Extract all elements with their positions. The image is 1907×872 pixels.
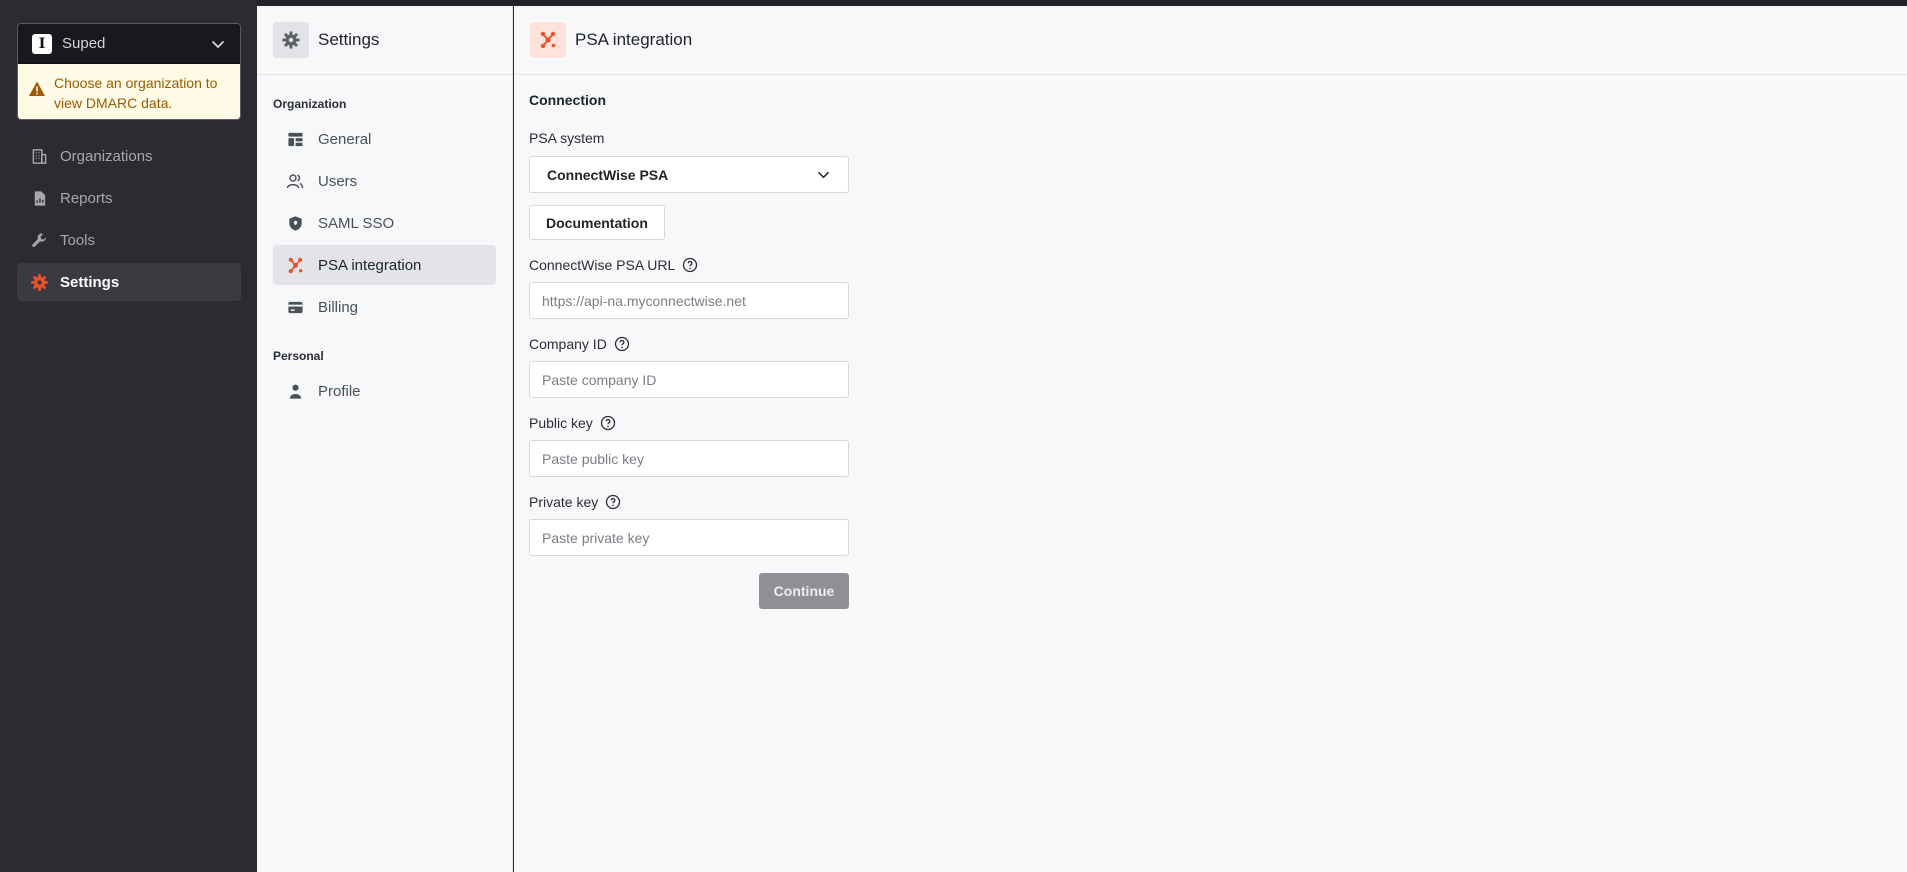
field-label: Company ID — [529, 335, 849, 353]
field-label: Private key — [529, 493, 849, 511]
main-content: PSA integration Connection PSA system Co… — [514, 6, 1907, 872]
form-actions: Continue — [529, 573, 849, 609]
report-icon — [30, 189, 48, 207]
field-company-id: Company ID — [529, 335, 849, 398]
users-icon — [286, 172, 304, 190]
psa-icon — [286, 256, 304, 274]
settings-item-psa-integration[interactable]: PSA integration — [273, 245, 496, 285]
settings-title: Settings — [318, 30, 380, 49]
psa-system-select[interactable]: ConnectWise PSA — [529, 156, 849, 193]
shield-icon — [286, 214, 304, 232]
person-icon — [286, 382, 304, 400]
section-title: Connection — [529, 92, 606, 108]
documentation-button[interactable]: Documentation — [529, 205, 665, 240]
group-label-organization: Organization — [273, 97, 347, 111]
nav-item-label: Organizations — [60, 147, 153, 165]
psa-system-value: ConnectWise PSA — [547, 166, 669, 183]
nav-item-tools[interactable]: Tools — [17, 221, 241, 259]
field-label: ConnectWise PSA URL — [529, 256, 849, 274]
continue-button[interactable]: Continue — [759, 573, 849, 609]
help-icon[interactable] — [614, 336, 630, 352]
field-label-text: Company ID — [529, 336, 607, 352]
main-nav: Organizations Reports Tools Settings — [17, 137, 241, 305]
organization-card: I Suped Choose an organization to view D… — [17, 23, 241, 120]
settings-header: Settings — [257, 6, 512, 75]
settings-item-label: Users — [318, 172, 358, 190]
layout-icon — [286, 130, 304, 148]
app-sidebar: I Suped Choose an organization to view D… — [0, 0, 257, 872]
settings-item-general[interactable]: General — [273, 119, 496, 159]
settings-item-label: Billing — [318, 298, 359, 316]
field-label-text: ConnectWise PSA URL — [529, 257, 676, 273]
field-label: Public key — [529, 414, 849, 432]
settings-panel: Settings Organization General Users SAML… — [257, 6, 513, 872]
wrench-icon — [30, 231, 48, 249]
psa-connection-form: Connection PSA system ConnectWise PSA Do… — [529, 92, 849, 609]
page-title: PSA integration — [575, 30, 693, 49]
field-private-key: Private key — [529, 493, 849, 556]
organization-name: Suped — [62, 35, 106, 52]
nav-item-label: Tools — [60, 231, 96, 249]
nav-item-label: Settings — [60, 273, 120, 291]
organization-selector[interactable]: I Suped — [18, 24, 240, 64]
help-icon[interactable] — [605, 494, 621, 510]
settings-item-profile[interactable]: Profile — [273, 371, 496, 411]
organization-warning: Choose an organization to view DMARC dat… — [18, 64, 240, 119]
organization-logo: I — [32, 33, 52, 54]
connectwise-url-input[interactable] — [529, 282, 849, 319]
settings-item-billing[interactable]: Billing — [273, 287, 496, 327]
group-label-personal: Personal — [273, 349, 324, 363]
nav-item-label: Reports — [60, 189, 113, 207]
chevron-down-icon — [212, 40, 224, 48]
field-label-text: Private key — [529, 494, 599, 510]
psa-system-label: PSA system — [529, 130, 605, 146]
field-connectwise-url: ConnectWise PSA URL — [529, 256, 849, 319]
settings-item-label: General — [318, 130, 372, 148]
settings-item-users[interactable]: Users — [273, 161, 496, 201]
private-key-input[interactable] — [529, 519, 849, 556]
psa-icon — [530, 22, 566, 58]
field-label-text: Public key — [529, 415, 593, 431]
settings-item-label: Profile — [318, 382, 361, 400]
nav-item-reports[interactable]: Reports — [17, 179, 241, 217]
settings-item-saml-sso[interactable]: SAML SSO — [273, 203, 496, 243]
settings-item-label: SAML SSO — [318, 214, 395, 232]
credit-card-icon — [286, 298, 304, 316]
gear-icon — [273, 22, 309, 58]
help-icon[interactable] — [682, 257, 698, 273]
warning-text: Choose an organization to view DMARC dat… — [54, 75, 218, 111]
public-key-input[interactable] — [529, 440, 849, 477]
chevron-down-icon — [818, 171, 829, 179]
warning-icon — [29, 81, 45, 96]
building-icon — [30, 147, 48, 165]
main-header: PSA integration — [514, 6, 1907, 75]
help-icon[interactable] — [600, 415, 616, 431]
field-public-key: Public key — [529, 414, 849, 477]
nav-item-organizations[interactable]: Organizations — [17, 137, 241, 175]
settings-item-label: PSA integration — [318, 256, 422, 274]
company-id-input[interactable] — [529, 361, 849, 398]
nav-item-settings[interactable]: Settings — [17, 263, 241, 301]
gear-icon — [30, 273, 48, 291]
